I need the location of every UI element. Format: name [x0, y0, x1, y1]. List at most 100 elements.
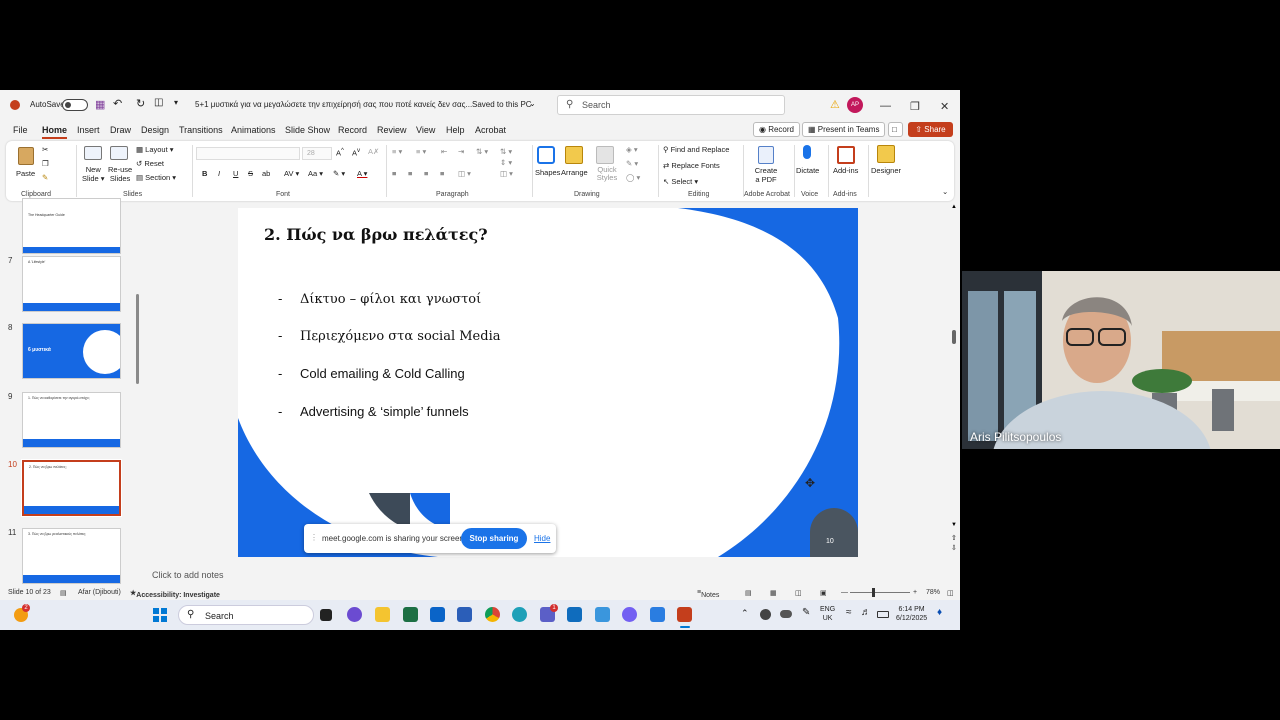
- layout-button[interactable]: ▦ Layout ▾: [136, 145, 174, 154]
- bullet-item[interactable]: - Cold emailing & Cold Calling: [278, 366, 465, 381]
- collapse-ribbon-icon[interactable]: ⌄: [942, 187, 948, 196]
- quick-styles-button[interactable]: Quick Styles: [594, 166, 620, 182]
- viber-icon[interactable]: [622, 607, 637, 622]
- tab-review[interactable]: Review: [377, 125, 407, 135]
- autosave-toggle[interactable]: [62, 99, 88, 111]
- decrease-indent-icon[interactable]: ⇤: [441, 147, 447, 156]
- paste-icon[interactable]: [18, 147, 34, 165]
- strikethrough-icon[interactable]: S: [248, 169, 253, 178]
- saved-status[interactable]: Saved to this PC: [472, 100, 532, 109]
- search-input[interactable]: ⚲ Search: [557, 95, 785, 115]
- zoom-slider[interactable]: [850, 588, 910, 597]
- word-icon[interactable]: [457, 607, 472, 622]
- redo-icon[interactable]: ↻: [136, 97, 145, 110]
- highlight-icon[interactable]: ✎ ▾: [333, 169, 345, 178]
- task-view-icon[interactable]: [320, 609, 332, 621]
- snipping-tool-icon[interactable]: [650, 607, 665, 622]
- copy-icon[interactable]: ❐: [42, 159, 49, 168]
- participant-video-tile[interactable]: Aris Pilitsopoulos: [962, 271, 1280, 449]
- underline-icon[interactable]: U: [233, 169, 238, 178]
- cut-icon[interactable]: ✂: [42, 145, 48, 154]
- section-button[interactable]: ▤ Section ▾: [136, 173, 176, 182]
- tab-acrobat[interactable]: Acrobat: [475, 125, 506, 135]
- font-color-icon[interactable]: A ▾: [357, 169, 367, 178]
- slide-thumbnail-selected[interactable]: 2. Πώς να βρω πελάτες;: [21, 459, 122, 517]
- format-painter-icon[interactable]: ✎: [42, 173, 48, 182]
- shapes-icon[interactable]: [537, 146, 555, 164]
- increase-font-icon[interactable]: A^: [336, 147, 344, 158]
- hide-button[interactable]: Hide: [534, 534, 550, 543]
- paste-button[interactable]: Paste: [16, 169, 35, 178]
- accessibility-status[interactable]: ★ Accessibility: Investigate: [130, 589, 220, 599]
- chrome-icon[interactable]: [485, 607, 500, 622]
- bold-icon[interactable]: B: [202, 169, 207, 178]
- create-pdf-button[interactable]: Create a PDF: [754, 166, 778, 184]
- slide-scrollbar[interactable]: ▲ ▼ ⇧ ⇩: [951, 204, 957, 554]
- battery-icon[interactable]: [877, 611, 889, 618]
- outlook-icon[interactable]: [430, 607, 445, 622]
- slide-thumbnail[interactable]: The Headquarter Guide: [22, 198, 121, 254]
- onedrive-icon[interactable]: [780, 610, 792, 618]
- font-name-field[interactable]: [196, 147, 300, 160]
- pen-icon[interactable]: ✎: [802, 608, 810, 618]
- slide-title[interactable]: 2. Πώς να βρω πελάτες?: [264, 225, 488, 244]
- stop-sharing-button[interactable]: Stop sharing: [461, 528, 527, 549]
- create-pdf-icon[interactable]: [758, 146, 774, 164]
- chevron-up-icon[interactable]: ⌃: [741, 609, 749, 618]
- bullet-item[interactable]: - Περιεχόμενο στα social Media: [278, 329, 500, 344]
- slide-thumbnail[interactable]: 3. Πώς να βρω ρεαλιστικούς πελάτες;: [22, 528, 121, 584]
- tab-transitions[interactable]: Transitions: [179, 125, 223, 135]
- zoom-level[interactable]: 78%: [926, 589, 940, 596]
- slide-canvas[interactable]: 2. Πώς να βρω πελάτες? - Δίκτυο – φίλοι κ…: [238, 208, 858, 557]
- slide-thumbnail[interactable]: 6 μυστικά: [22, 323, 121, 379]
- tab-animations[interactable]: Animations: [231, 125, 276, 135]
- present-icon[interactable]: ◫: [154, 97, 163, 108]
- numbering-icon[interactable]: ≡ ▾: [416, 147, 426, 156]
- arrange-icon[interactable]: [565, 146, 583, 164]
- clear-format-icon[interactable]: A✗: [368, 147, 379, 156]
- increase-indent-icon[interactable]: ⇥: [458, 147, 464, 156]
- tab-file[interactable]: File: [13, 125, 28, 135]
- volume-icon[interactable]: ♬: [861, 608, 871, 618]
- find-replace-button[interactable]: ⚲ Find and Replace: [663, 145, 729, 154]
- new-slide-button[interactable]: New Slide ▾: [82, 165, 105, 183]
- language-indicator[interactable]: ENG UK: [820, 605, 835, 623]
- slide-thumbnail[interactable]: 1. Πώς να καθορίσετε την αγορά-στόχο;: [22, 392, 121, 448]
- zoom-in-icon[interactable]: +: [913, 589, 917, 596]
- designer-icon[interactable]: [877, 145, 895, 163]
- bullets-icon[interactable]: ≡ ▾: [392, 147, 402, 156]
- shape-fill-icon[interactable]: ◈ ▾: [626, 145, 638, 154]
- record-button[interactable]: ◉ Record: [753, 122, 800, 137]
- text-direction-icon[interactable]: ⇅ ▾: [500, 147, 512, 156]
- save-icon[interactable]: ▦: [95, 98, 105, 111]
- bullet-item[interactable]: - Δίκτυο – φίλοι και γνωστοί: [278, 292, 481, 307]
- quick-styles-icon[interactable]: [596, 146, 614, 164]
- warning-icon[interactable]: ⚠: [830, 98, 840, 111]
- smartart-icon[interactable]: ◫ ▾: [500, 169, 513, 178]
- addins-button[interactable]: Add-ins: [833, 166, 858, 175]
- shape-effects-icon[interactable]: ◯ ▾: [626, 173, 640, 182]
- outlook-new-icon[interactable]: [567, 607, 582, 622]
- tab-record[interactable]: Record: [338, 125, 367, 135]
- arrange-button[interactable]: Arrange: [561, 168, 588, 177]
- decrease-font-icon[interactable]: Av: [352, 147, 360, 158]
- normal-view-icon[interactable]: ▤: [745, 589, 752, 597]
- justify-icon[interactable]: ≡: [440, 169, 444, 178]
- copilot-icon[interactable]: [347, 607, 362, 622]
- tab-design[interactable]: Design: [141, 125, 169, 135]
- excel-icon[interactable]: [403, 607, 418, 622]
- shape-outline-icon[interactable]: ✎ ▾: [626, 159, 638, 168]
- slideshow-view-icon[interactable]: ▣: [820, 589, 827, 597]
- notes-button[interactable]: ≡ Notes: [697, 589, 719, 599]
- tab-draw[interactable]: Draw: [110, 125, 131, 135]
- shapes-button[interactable]: Shapes: [535, 168, 560, 177]
- align-right-icon[interactable]: ≡: [424, 169, 428, 178]
- customize-qat-icon[interactable]: ▾: [174, 98, 178, 107]
- minimize-icon[interactable]: —: [880, 100, 891, 112]
- designer-button[interactable]: Designer: [871, 166, 901, 175]
- share-button[interactable]: ⇧ Share: [908, 122, 953, 137]
- align-left-icon[interactable]: ≡: [392, 169, 396, 178]
- select-button[interactable]: ↖ Select ▾: [663, 177, 698, 186]
- drag-handle-icon[interactable]: ⋮: [310, 533, 318, 542]
- bullet-item[interactable]: - Advertising & ‘simple’ funnels: [278, 404, 469, 419]
